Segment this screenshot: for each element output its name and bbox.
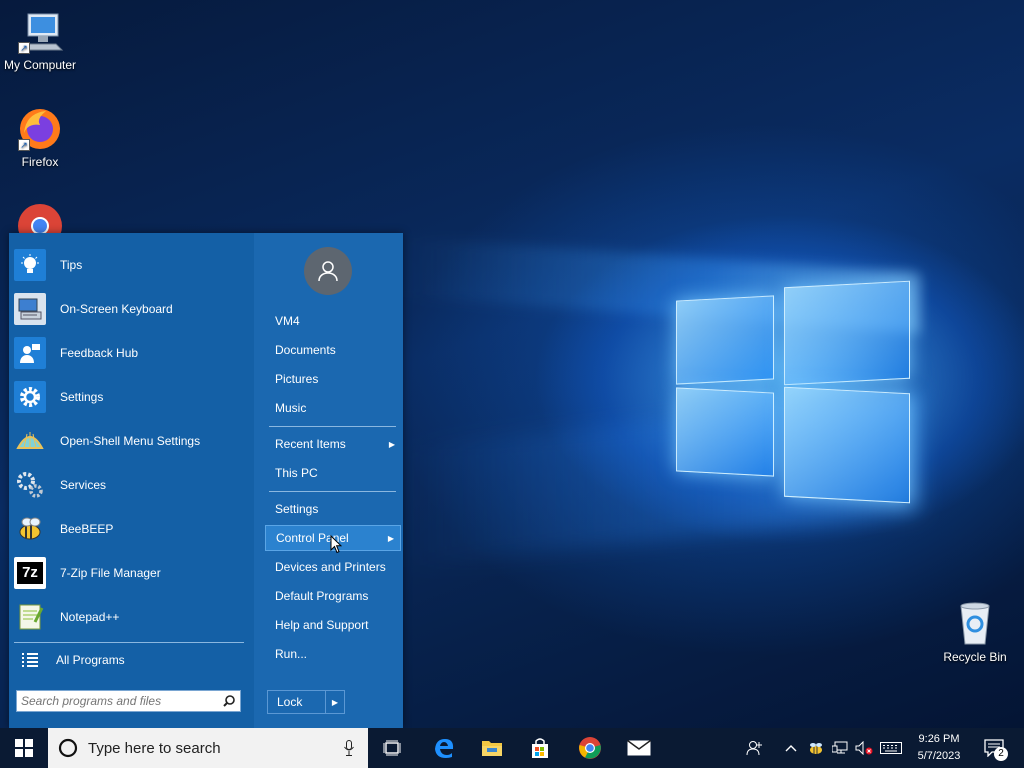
program-tips[interactable]: Tips [14,245,249,285]
search-icon [218,695,240,707]
shell-icon [14,425,46,457]
program-label: 7-Zip File Manager [60,566,161,580]
program-label: Notepad++ [60,610,120,624]
place-pictures[interactable]: Pictures [265,366,401,392]
place-vm4[interactable]: VM4 [265,308,401,334]
edge-taskbar-button[interactable] [422,728,466,768]
lock-button[interactable]: Lock ▶ [267,690,345,714]
desktop-icon-label: My Computer [3,58,77,72]
place-this-pc[interactable]: This PC [265,460,401,486]
gears-icon [14,469,46,501]
program-label: On-Screen Keyboard [60,302,173,316]
program-label: Settings [60,390,104,404]
taskbar-search-placeholder: Type here to search [88,739,221,757]
store-taskbar-button[interactable] [518,728,562,768]
user-icon [318,261,338,282]
program-settings[interactable]: Settings [14,377,249,417]
desktop-icon-label: Firefox [21,155,59,169]
mail-taskbar-button[interactable] [616,728,662,768]
start-menu-programs-pane: Tips On-Screen Keyboard Feedback Hub Set… [9,233,254,728]
firefox-icon: ↗ [16,105,64,153]
my-computer-shortcut[interactable]: ↗ My Computer [0,8,80,72]
chrome-taskbar-button[interactable] [566,728,614,768]
taskbar: Type here to search 9:26 PM 5/7/2023 2 [0,728,1024,768]
chevron-up-icon [785,745,797,752]
list-icon [14,653,46,667]
user-avatar[interactable] [304,247,352,295]
lightbulb-icon [14,249,46,281]
program-notepadpp[interactable]: Notepad++ [14,597,249,637]
mouse-cursor-icon [330,535,342,554]
task-view-button[interactable] [372,728,412,768]
bee-icon [14,513,46,545]
program-open-shell-settings[interactable]: Open-Shell Menu Settings [14,421,249,461]
program-label: BeeBEEP [60,522,114,536]
show-hidden-icons-button[interactable] [780,728,802,768]
notification-count-badge: 2 [994,747,1008,761]
store-bag-icon [532,738,548,758]
edge-icon [435,739,454,758]
microphone-icon[interactable] [344,740,354,756]
submenu-arrow-icon: ▶ [387,533,394,543]
program-beebeep[interactable]: BeeBEEP [14,509,249,549]
gear-icon [14,381,46,413]
start-search-input[interactable] [17,693,218,709]
program-7zip[interactable]: 7z 7-Zip File Manager [14,553,249,593]
clock[interactable]: 9:26 PM 5/7/2023 [908,728,970,768]
program-on-screen-keyboard[interactable]: On-Screen Keyboard [14,289,249,329]
keyboard-icon [14,293,46,325]
place-run[interactable]: Run... [265,641,401,667]
lock-options-arrow-icon[interactable]: ▶ [325,691,344,713]
program-feedback-hub[interactable]: Feedback Hub [14,333,249,373]
start-button[interactable] [0,728,48,768]
place-default-programs[interactable]: Default Programs [265,583,401,609]
notepad-icon [14,601,46,633]
7zip-icon: 7z [14,557,46,589]
recycle-bin-icon [951,600,999,648]
separator [269,426,396,427]
windows-logo-icon [15,739,33,757]
computer-icon: ↗ [16,8,64,56]
all-programs-label: All Programs [56,653,125,667]
start-menu-places-pane: VM4 Documents Pictures Music Recent Item… [254,233,403,728]
taskbar-search-box[interactable]: Type here to search [48,728,368,768]
tray-bee-icon[interactable] [804,728,828,768]
start-menu: Tips On-Screen Keyboard Feedback Hub Set… [9,233,403,728]
place-music[interactable]: Music [265,395,401,421]
separator [269,491,396,492]
action-center-button[interactable]: 2 [976,728,1012,768]
file-explorer-taskbar-button[interactable] [470,728,514,768]
folder-icon [482,741,502,756]
recycle-bin-shortcut[interactable]: Recycle Bin [935,600,1015,664]
program-label: Tips [60,258,83,272]
people-button[interactable] [740,728,770,768]
lock-label: Lock [277,695,303,709]
desktop-icon-label: Recycle Bin [943,650,1007,664]
program-label: Open-Shell Menu Settings [60,434,201,448]
clock-time: 9:26 PM [918,733,960,745]
people-icon [746,741,762,756]
touch-keyboard-tray-icon[interactable] [876,728,906,768]
place-settings[interactable]: Settings [265,496,401,522]
feedback-icon [14,337,46,369]
place-recent-items[interactable]: Recent Items ▶ [265,431,401,457]
chrome-icon [579,737,601,759]
mail-envelope-icon [627,740,651,756]
separator [14,642,244,643]
firefox-shortcut[interactable]: ↗ Firefox [0,105,80,169]
all-programs-button[interactable]: All Programs [14,645,249,675]
start-search-box[interactable] [16,690,241,712]
program-services[interactable]: Services [14,465,249,505]
volume-muted-tray-icon[interactable] [852,728,876,768]
clock-date: 5/7/2023 [917,750,961,762]
task-view-icon [383,740,401,756]
cortana-circle-icon [58,738,78,758]
place-help-and-support[interactable]: Help and Support [265,612,401,638]
network-tray-icon[interactable] [828,728,852,768]
submenu-arrow-icon: ▶ [388,439,395,449]
program-label: Feedback Hub [60,346,139,360]
program-label: Services [60,478,107,492]
place-devices-and-printers[interactable]: Devices and Printers [265,554,401,580]
place-documents[interactable]: Documents [265,337,401,363]
